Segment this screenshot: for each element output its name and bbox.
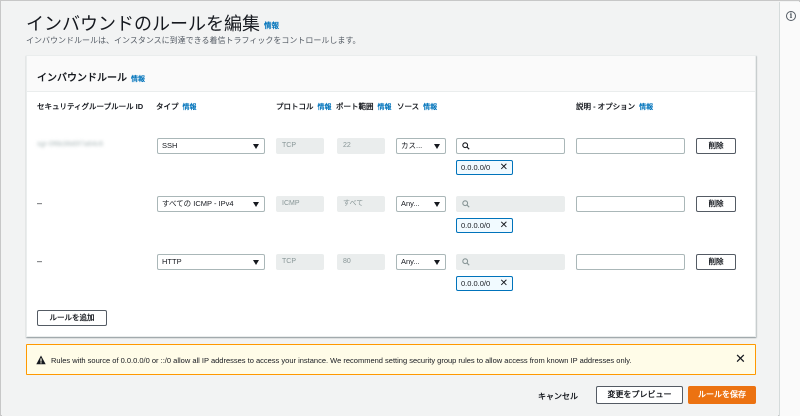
remove-token-icon[interactable]: ✕: [500, 161, 508, 174]
col-header-port-range: ポート範囲 情報: [336, 101, 394, 114]
source-search-input[interactable]: [456, 138, 565, 154]
rule-id: –: [37, 256, 43, 266]
delete-rule-button[interactable]: 削除: [696, 254, 736, 270]
description-input[interactable]: [576, 254, 685, 270]
preview-changes-button[interactable]: 変更をプレビュー: [596, 386, 683, 404]
protocol-field: TCP: [276, 254, 324, 270]
caret-down-icon: [253, 144, 259, 149]
panel-title-text: インバウンドルール: [37, 73, 127, 84]
col-header-source-text: ソース: [397, 102, 420, 111]
source-select-value: Any...: [401, 199, 420, 208]
source-select[interactable]: Any...: [396, 196, 446, 212]
source-select-value: Any...: [401, 257, 420, 266]
add-rule-button[interactable]: ルールを追加: [37, 310, 107, 326]
cancel-button[interactable]: キャンセル: [538, 391, 578, 402]
port-range-field: 22: [337, 138, 385, 154]
rule-id: sgr-0f6b38d0f7a64c6: [37, 141, 104, 148]
panel-title: インバウンドルール 情報: [37, 69, 145, 84]
type-select[interactable]: すべての ICMP - IPv4: [157, 196, 265, 212]
type-select-value: すべての ICMP - IPv4: [162, 199, 234, 208]
page-title: インバウンドのルールを編集 情報: [26, 10, 279, 36]
type-info-link[interactable]: 情報: [183, 104, 197, 111]
help-rail: i: [779, 2, 800, 416]
col-header-type-text: タイプ: [156, 102, 179, 111]
remove-token-icon[interactable]: ✕: [500, 277, 508, 290]
col-header-type: タイプ 情報: [156, 101, 197, 114]
page-description: インバウンドルールは、インスタンスに到達できる着信トラフィックをコントロールしま…: [26, 36, 361, 45]
info-icon[interactable]: i: [786, 11, 796, 21]
window-frame: インバウンドのルールを編集 情報 インバウンドルールは、インスタンスに到達できる着…: [0, 0, 800, 416]
col-header-source: ソース 情報: [397, 101, 437, 114]
caret-down-icon: [253, 202, 259, 207]
protocol-info-link[interactable]: 情報: [318, 104, 332, 111]
type-select-value: HTTP: [162, 257, 182, 266]
delete-rule-button[interactable]: 削除: [696, 196, 736, 212]
source-select-value: カス...: [401, 141, 423, 150]
source-select[interactable]: カス...: [396, 138, 446, 154]
caret-down-icon: [434, 144, 440, 149]
type-select-value: SSH: [162, 141, 178, 150]
description-input[interactable]: [576, 196, 685, 212]
source-select[interactable]: Any...: [396, 254, 446, 270]
source-search-input: [456, 196, 565, 212]
type-select[interactable]: SSH: [157, 138, 265, 154]
close-icon[interactable]: ✕: [735, 352, 746, 366]
col-header-port-range-text: ポート範囲: [336, 102, 374, 111]
col-header-description-text: 説明 - オプション: [576, 102, 636, 111]
cidr-token: 0.0.0.0/0 ✕: [456, 160, 513, 175]
warning-text: Rules with source of 0.0.0.0/0 or ::/0 a…: [51, 356, 632, 365]
cidr-token: 0.0.0.0/0 ✕: [456, 276, 513, 291]
port-range-field: すべて: [337, 196, 385, 212]
port-range-info-link[interactable]: 情報: [378, 104, 392, 111]
description-info-link[interactable]: 情報: [639, 104, 653, 111]
cidr-token-text: 0.0.0.0/0: [461, 221, 491, 230]
col-header-description: 説明 - オプション 情報: [576, 101, 653, 114]
protocol-field: TCP: [276, 138, 324, 154]
save-rules-button[interactable]: ルールを保存: [688, 386, 756, 404]
main-content: インバウンドのルールを編集 情報 インバウンドルールは、インスタンスに到達できる着…: [2, 2, 778, 416]
search-icon: [462, 200, 470, 208]
warning-alert: Rules with source of 0.0.0.0/0 or ::/0 a…: [26, 344, 756, 375]
port-range-field: 80: [337, 254, 385, 270]
source-info-link[interactable]: 情報: [423, 104, 437, 111]
caret-down-icon: [434, 202, 440, 207]
caret-down-icon: [434, 260, 440, 265]
search-icon: [462, 258, 470, 266]
page-info-link[interactable]: 情報: [264, 21, 279, 30]
remove-token-icon[interactable]: ✕: [500, 219, 508, 232]
rule-id: –: [37, 198, 43, 208]
caret-down-icon: [253, 260, 259, 265]
cidr-token: 0.0.0.0/0 ✕: [456, 218, 513, 233]
description-input[interactable]: [576, 138, 685, 154]
panel-info-link[interactable]: 情報: [131, 76, 145, 83]
col-header-protocol: プロトコル 情報: [276, 101, 334, 114]
cidr-token-text: 0.0.0.0/0: [461, 163, 491, 172]
warning-icon: [36, 355, 46, 365]
inbound-rules-panel: インバウンドルール 情報 セキュリティグループルール ID タイプ 情報 プロトコル…: [26, 55, 756, 337]
search-icon: [462, 142, 470, 150]
page-title-text: インバウンドのルールを編集: [26, 14, 260, 34]
col-header-protocol-text: プロトコル: [276, 102, 314, 111]
protocol-field: ICMP: [276, 196, 324, 212]
panel-header: インバウンドルール 情報: [27, 56, 755, 92]
col-header-rule-id: セキュリティグループルール ID: [37, 102, 144, 111]
delete-rule-button[interactable]: 削除: [696, 138, 736, 154]
type-select[interactable]: HTTP: [157, 254, 265, 270]
cidr-token-text: 0.0.0.0/0: [461, 279, 491, 288]
source-search-input: [456, 254, 565, 270]
